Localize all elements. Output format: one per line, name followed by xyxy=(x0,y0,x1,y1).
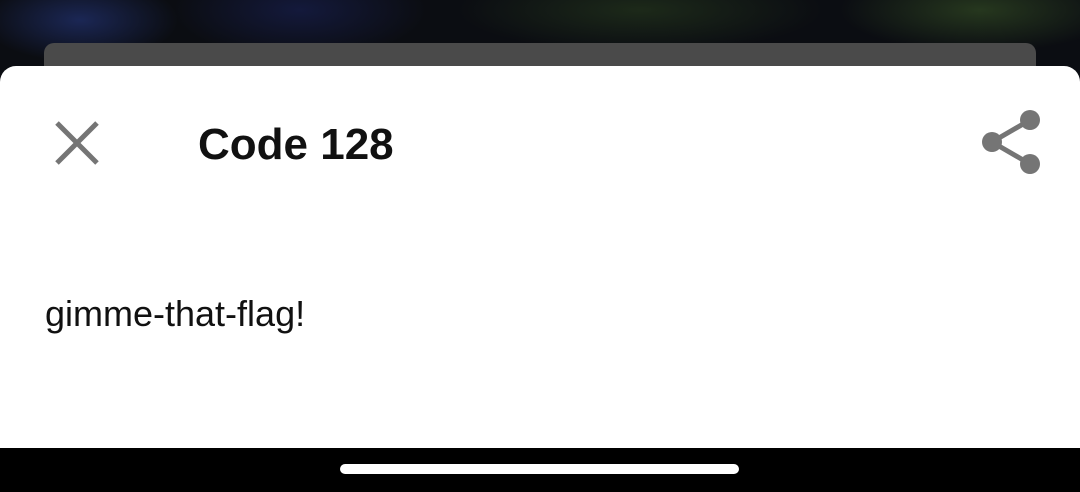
home-indicator[interactable] xyxy=(340,464,739,474)
result-bottom-sheet: Code 128 gimme-that-flag! xyxy=(0,66,1080,448)
screen: Code 128 gimme-that-flag! xyxy=(0,0,1080,492)
sheet-title: Code 128 xyxy=(198,120,394,169)
close-icon xyxy=(55,121,99,165)
navigation-bar xyxy=(0,448,1080,492)
share-icon xyxy=(982,110,1040,174)
barcode-content-text[interactable]: gimme-that-flag! xyxy=(45,292,305,336)
share-button[interactable] xyxy=(974,106,1046,178)
close-button[interactable] xyxy=(46,112,108,174)
